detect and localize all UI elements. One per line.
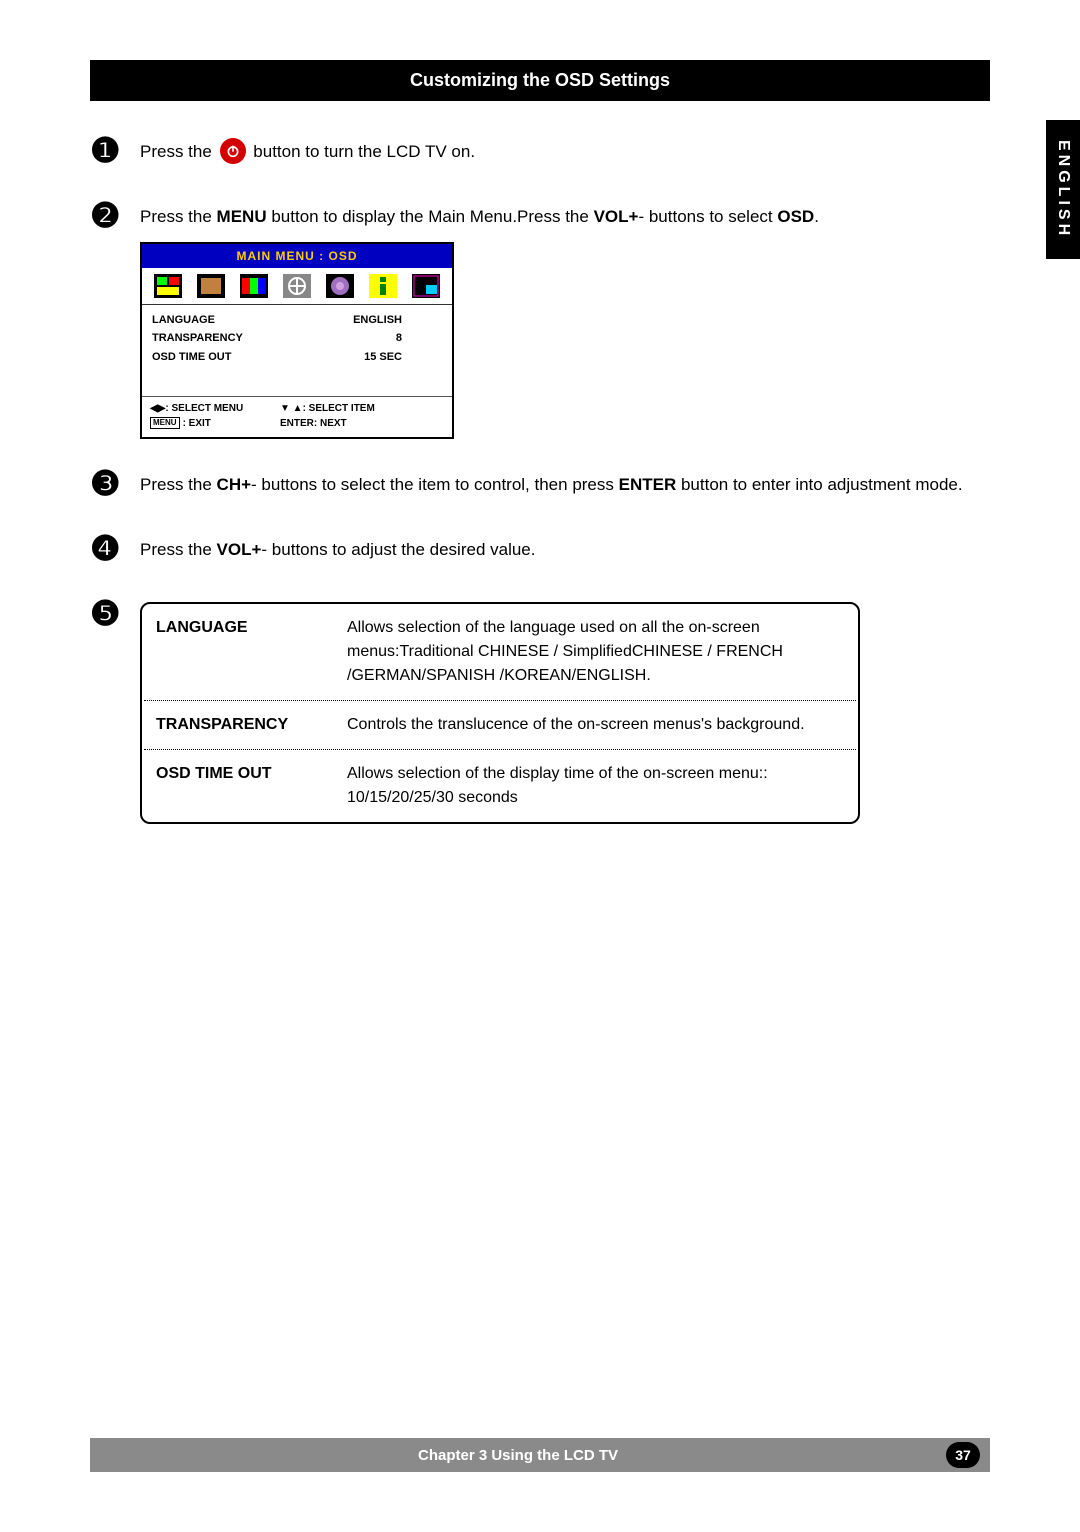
picture-icon [154, 274, 182, 298]
info-icon [369, 274, 397, 298]
section-title: Customizing the OSD Settings [90, 60, 990, 101]
step-2: ❷ Press the MENU button to display the M… [90, 196, 990, 439]
step-4: ❹ Press the VOL+- buttons to adjust the … [90, 529, 990, 569]
description-table: LANGUAGE Allows selection of the languag… [140, 602, 860, 824]
table-row: OSD TIME OUT Allows selection of the dis… [144, 752, 856, 820]
power-icon [220, 138, 246, 164]
step-num-1: ❶ [90, 131, 140, 171]
page-number: 37 [946, 1442, 980, 1468]
osd-icon-row [142, 268, 452, 305]
footer-text: Chapter 3 Using the LCD TV [90, 1447, 946, 1464]
step-num-3: ❸ [90, 464, 140, 504]
step1-post: button to turn the LCD TV on. [253, 142, 475, 161]
step1-pre: Press the [140, 142, 217, 161]
language-tab: ENGLISH [1046, 120, 1080, 259]
page-footer: Chapter 3 Using the LCD TV 37 [90, 1438, 990, 1472]
rgb-icon [240, 274, 268, 298]
setup-icon [326, 274, 354, 298]
step-3: ❸ Press the CH+- buttons to select the i… [90, 464, 990, 504]
osd-title: MAIN MENU : OSD [142, 244, 452, 268]
pip-icon [412, 274, 440, 298]
step-1: ❶ Press the button to turn the LCD TV on… [90, 131, 990, 171]
menu-icon [197, 274, 225, 298]
table-row: LANGUAGE Allows selection of the languag… [144, 606, 856, 698]
step-num-5: ❺ [90, 594, 140, 634]
table-row: TRANSPARENCY Controls the translucence o… [144, 703, 856, 747]
position-icon [283, 274, 311, 298]
step-num-2: ❷ [90, 196, 140, 236]
step-num-4: ❹ [90, 529, 140, 569]
osd-menu-mockup: MAIN MENU : OSD LANGUAGEENGLISH TRANSPAR… [140, 242, 454, 440]
step-5: ❺ LANGUAGE Allows selection of the langu… [90, 594, 990, 824]
